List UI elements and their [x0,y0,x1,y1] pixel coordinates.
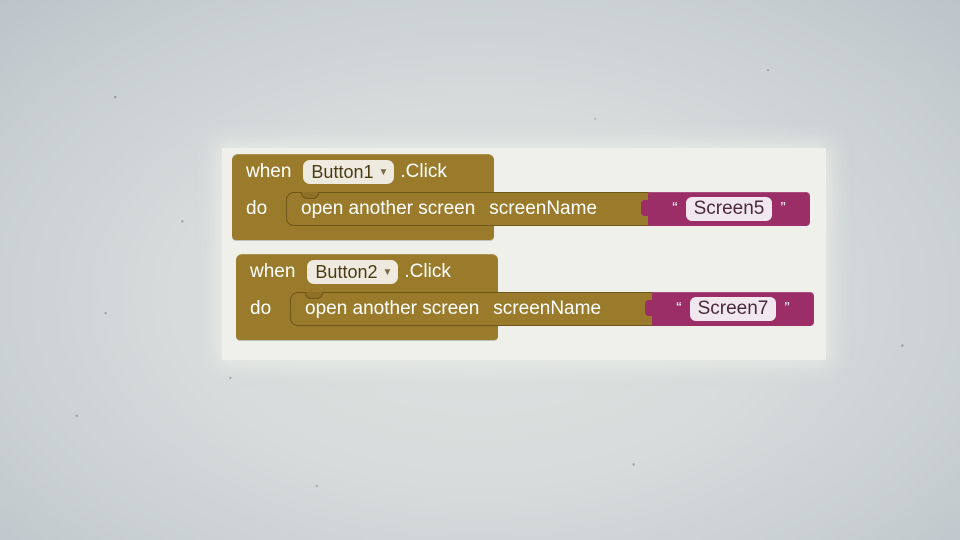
event-block-footer [236,328,498,340]
screen-name-text-field[interactable]: Screen5 [685,197,773,221]
action-label: open another screen [305,298,480,319]
action-label: open another screen [301,198,476,219]
event-block-header: when Button2 ▼ .Click [236,254,498,290]
event-block-button2-click[interactable]: when Button2 ▼ .Click do open another sc… [236,254,814,340]
close-quote: ” [780,200,786,217]
screen-name-text-field[interactable]: Screen7 [689,297,777,321]
component-dropdown[interactable]: Button1 ▼ [303,160,395,184]
blocks-workspace[interactable]: when Button1 ▼ .Click do open another sc… [222,148,826,360]
open-quote: “ [676,300,682,317]
value-plug [645,300,653,316]
open-another-screen-block[interactable]: open another screen screenName [290,292,660,326]
text-string-block[interactable]: “ Screen7 ” [645,292,814,326]
param-label: screenName [489,198,598,219]
event-name: .Click [404,261,451,282]
event-block-header: when Button1 ▼ .Click [232,154,494,190]
chevron-down-icon: ▼ [382,266,393,278]
do-row: do open another screen screenName “ Scre… [232,190,810,228]
statement-notch [301,192,319,199]
close-quote: ” [784,300,790,317]
statement-notch [305,292,323,299]
event-block-button1-click[interactable]: when Button1 ▼ .Click do open another sc… [232,154,810,240]
do-keyword: do [246,198,268,219]
do-keyword: do [250,298,272,319]
text-string-block[interactable]: “ Screen5 ” [641,192,810,226]
open-another-screen-block[interactable]: open another screen screenName [286,192,656,226]
when-keyword: when [250,261,296,282]
component-dropdown[interactable]: Button2 ▼ [307,260,399,284]
component-dropdown-value: Button1 [311,161,374,182]
component-dropdown-value: Button2 [315,261,378,282]
value-plug [641,200,649,216]
event-block-footer [232,228,494,240]
open-quote: “ [672,200,678,217]
param-label: screenName [493,298,602,319]
when-keyword: when [246,161,292,182]
chevron-down-icon: ▼ [378,166,389,178]
do-row: do open another screen screenName “ Scre… [236,290,814,328]
event-name: .Click [400,161,447,182]
